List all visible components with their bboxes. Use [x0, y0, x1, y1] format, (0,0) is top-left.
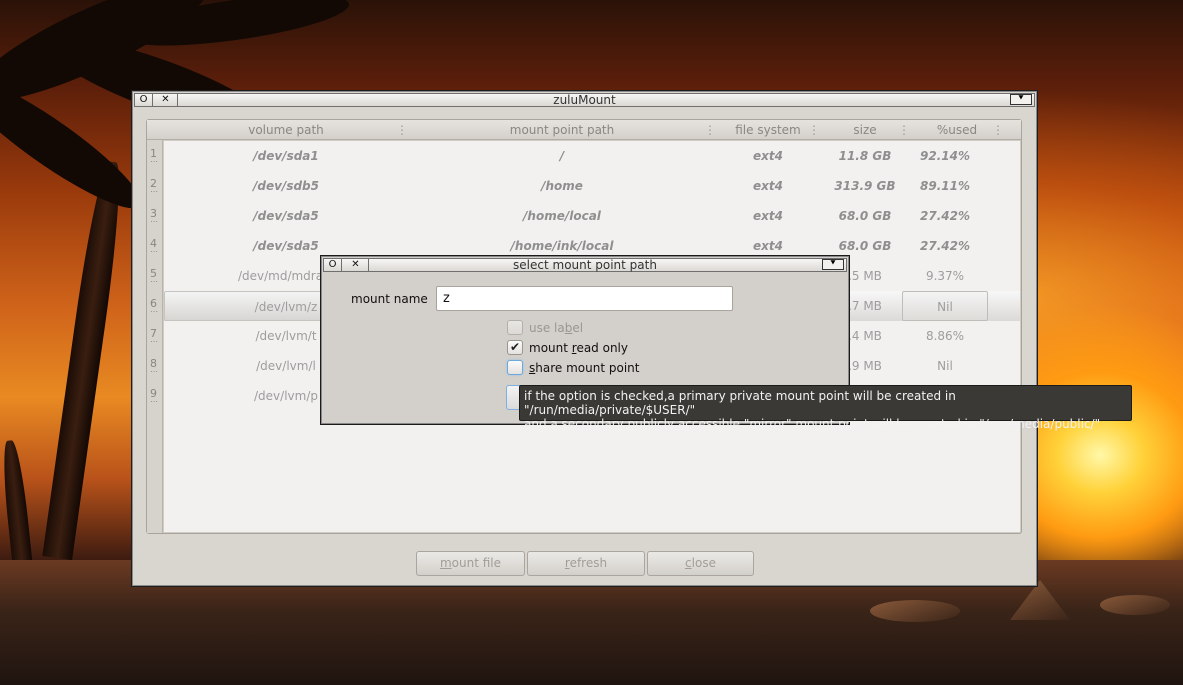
row-number: 4 ⋯: [150, 238, 162, 256]
table-cell-used: 89.11%: [920, 179, 970, 193]
table-cell-used: 27.42%: [920, 239, 970, 253]
palm-trunk: [42, 159, 128, 561]
column-header-size[interactable]: size ⋮: [820, 120, 910, 140]
row-number: 1 ⋯: [150, 148, 162, 166]
share-mount-point-checkbox[interactable]: [507, 360, 523, 375]
table-cell-used: 92.14%: [920, 149, 970, 163]
table-cell-mount: /home: [541, 179, 583, 193]
mount-name-input[interactable]: z: [436, 286, 733, 311]
table-cell-size: 11.8 GB: [838, 149, 892, 163]
table-cell-used: 27.42%: [920, 209, 970, 223]
row-number: 9 ⋯: [150, 388, 162, 406]
refresh-button[interactable]: refresh: [527, 551, 645, 576]
rock: [1100, 595, 1170, 615]
row-number: 7 ⋯: [150, 328, 162, 346]
table-cell-volume: /dev/sdb5: [253, 179, 319, 193]
row-number: 5 ⋯: [150, 268, 162, 286]
row-header: 1 ⋯ 2 ⋯ 3 ⋯ 4 ⋯ 5 ⋯ 6 ⋯ 7 ⋯ 8 ⋯ 9 ⋯: [147, 140, 163, 533]
column-header-volume-path[interactable]: volume path ⋮: [164, 120, 408, 140]
tooltip-line-1: if the option is checked,a primary priva…: [524, 389, 956, 417]
check-icon: ✔: [509, 340, 521, 354]
column-header-mount-point-path[interactable]: mount point path ⋮: [408, 120, 716, 140]
window-titlebar[interactable]: O ✕ zuluMount ⯆: [134, 93, 1035, 107]
share-mount-point-tooltip: if the option is checked,a primary priva…: [519, 385, 1132, 431]
table-cell-size: 68.0 GB: [838, 209, 892, 223]
row-dots-icon: ⋯: [150, 337, 158, 346]
window-menu-icon[interactable]: ⯆: [1010, 94, 1032, 105]
table-cell-used: 9.37%: [925, 269, 965, 283]
row-dots-icon: ⋯: [150, 157, 158, 166]
row-number: 6 ⋯: [150, 298, 162, 316]
row-dots-icon: ⋯: [150, 277, 158, 286]
table-cell-used: Nil: [937, 359, 953, 373]
dialog-titlebar[interactable]: O ✕ select mount point path ⯆: [323, 258, 847, 272]
close-button[interactable]: close: [647, 551, 754, 576]
column-header-file-system[interactable]: file system ⋮: [716, 120, 820, 140]
row-dots-icon: ⋯: [150, 367, 158, 376]
tooltip-line-2: and a secondary publicly accessible "mir…: [524, 417, 1101, 431]
table-cell-fs: ext4: [753, 179, 783, 193]
row-dots-icon: ⋯: [150, 247, 158, 256]
share-mount-point-text: share mount point: [529, 361, 640, 375]
row-dots-icon: ⋯: [150, 187, 158, 196]
table-cell-used: 8.86%: [925, 329, 965, 343]
row-dots-icon: ⋯: [150, 217, 158, 226]
row-dots-icon: ⋯: [150, 307, 158, 316]
table-cell-size: 313.9 GB: [834, 179, 896, 193]
table-header: volume path ⋮ mount point path ⋮ file syst…: [147, 120, 1021, 140]
table-cell-mount: /: [559, 149, 565, 163]
table-cell-used: Nil: [902, 291, 988, 321]
window-title: zuluMount: [553, 93, 616, 107]
table-cell-volume: /dev/sda1: [253, 149, 319, 163]
use-label-checkbox[interactable]: [507, 320, 523, 335]
table-cell-fs: ext4: [753, 209, 783, 223]
dialog-title: select mount point path: [513, 258, 657, 272]
table-row[interactable]: /dev/sda1 / ext4 11.8 GB 92.14%: [164, 141, 1020, 171]
dialog-menu-icon[interactable]: ⯆: [822, 259, 844, 270]
row-number: 8 ⋯: [150, 358, 162, 376]
row-number: 2 ⋯: [150, 178, 162, 196]
row-dots-icon: ⋯: [150, 397, 158, 406]
table-cell-mount: /home/local: [523, 209, 601, 223]
read-only-checkbox[interactable]: ✔: [507, 340, 523, 355]
table-row[interactable]: /dev/sda5/home/local ext4 68.0 GB 27.42%: [164, 201, 1020, 231]
read-only-text: mount read only: [529, 341, 628, 355]
mount-name-label: mount name: [351, 292, 428, 306]
table-row[interactable]: /dev/sdb5/home ext4 313.9 GB 89.11%: [164, 171, 1020, 201]
table-cell-volume: /dev/sda5: [253, 209, 319, 223]
column-header-used[interactable]: %used ⋮: [910, 120, 1004, 140]
table-cell-fs: ext4: [753, 149, 783, 163]
rock: [870, 600, 960, 622]
use-label-text: use label: [529, 321, 584, 335]
row-number: 3 ⋯: [150, 208, 162, 226]
mount-file-button[interactable]: mount file: [416, 551, 525, 576]
